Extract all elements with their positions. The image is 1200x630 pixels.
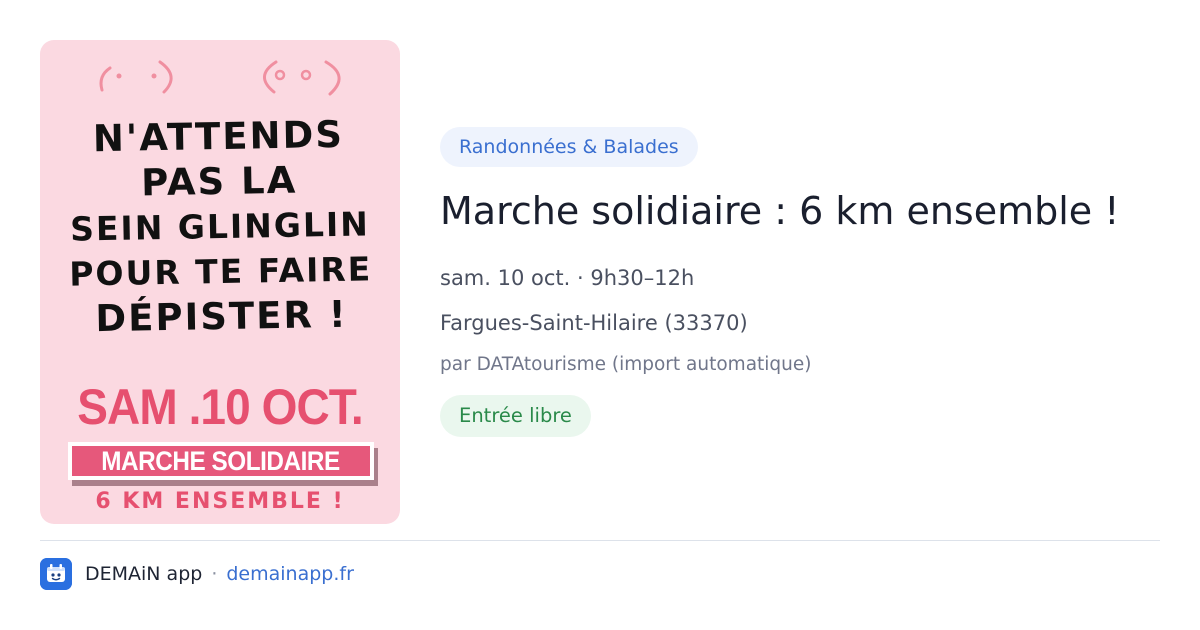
site-link[interactable]: demainapp.fr xyxy=(226,563,354,585)
poster-subtitle: 6 KM ENSEMBLE ! xyxy=(95,489,345,514)
poster-banner-label: MARCHE SOLIDAIRE xyxy=(101,445,341,476)
event-details: Randonnées & Balades Marche solidiaire :… xyxy=(440,127,1180,437)
event-source: par DATAtourisme (import automatique) xyxy=(440,354,812,375)
poster-headline-line: POUR TE FAIRE xyxy=(68,249,373,294)
poster-headline-line: PAS LA xyxy=(140,158,298,205)
footer: DEMAiN app · demainapp.fr xyxy=(40,558,354,590)
category-tag[interactable]: Randonnées & Balades xyxy=(440,127,698,167)
footer-separator: · xyxy=(211,563,218,585)
poster-date: SAM .10 OCT. xyxy=(77,379,363,435)
event-title[interactable]: Marche solidiaire : 6 km ensemble ! xyxy=(440,187,1120,235)
poster-banner: MARCHE SOLIDAIRE xyxy=(68,442,374,480)
poster-headline-line: SEIN GLINGLIN xyxy=(69,204,371,249)
poster-headline: N'ATTENDS PAS LA SEIN GLINGLIN POUR TE F… xyxy=(40,111,400,342)
event-datetime: sam. 10 oct. · 9h30–12h xyxy=(440,266,695,290)
footer-divider xyxy=(40,540,1160,541)
demain-app-icon xyxy=(40,558,72,590)
poster-headline-line: N'ATTENDS xyxy=(92,112,345,161)
price-badge: Entrée libre xyxy=(440,395,591,437)
app-name: DEMAiN app xyxy=(85,563,203,585)
event-preview-card[interactable]: N'ATTENDS PAS LA SEIN GLINGLIN POUR TE F… xyxy=(0,0,1200,630)
event-location: Fargues-Saint-Hilaire (33370) xyxy=(440,311,748,335)
poster-headline-line: DÉPISTER ! xyxy=(95,292,349,341)
event-poster-image[interactable]: N'ATTENDS PAS LA SEIN GLINGLIN POUR TE F… xyxy=(40,40,400,524)
